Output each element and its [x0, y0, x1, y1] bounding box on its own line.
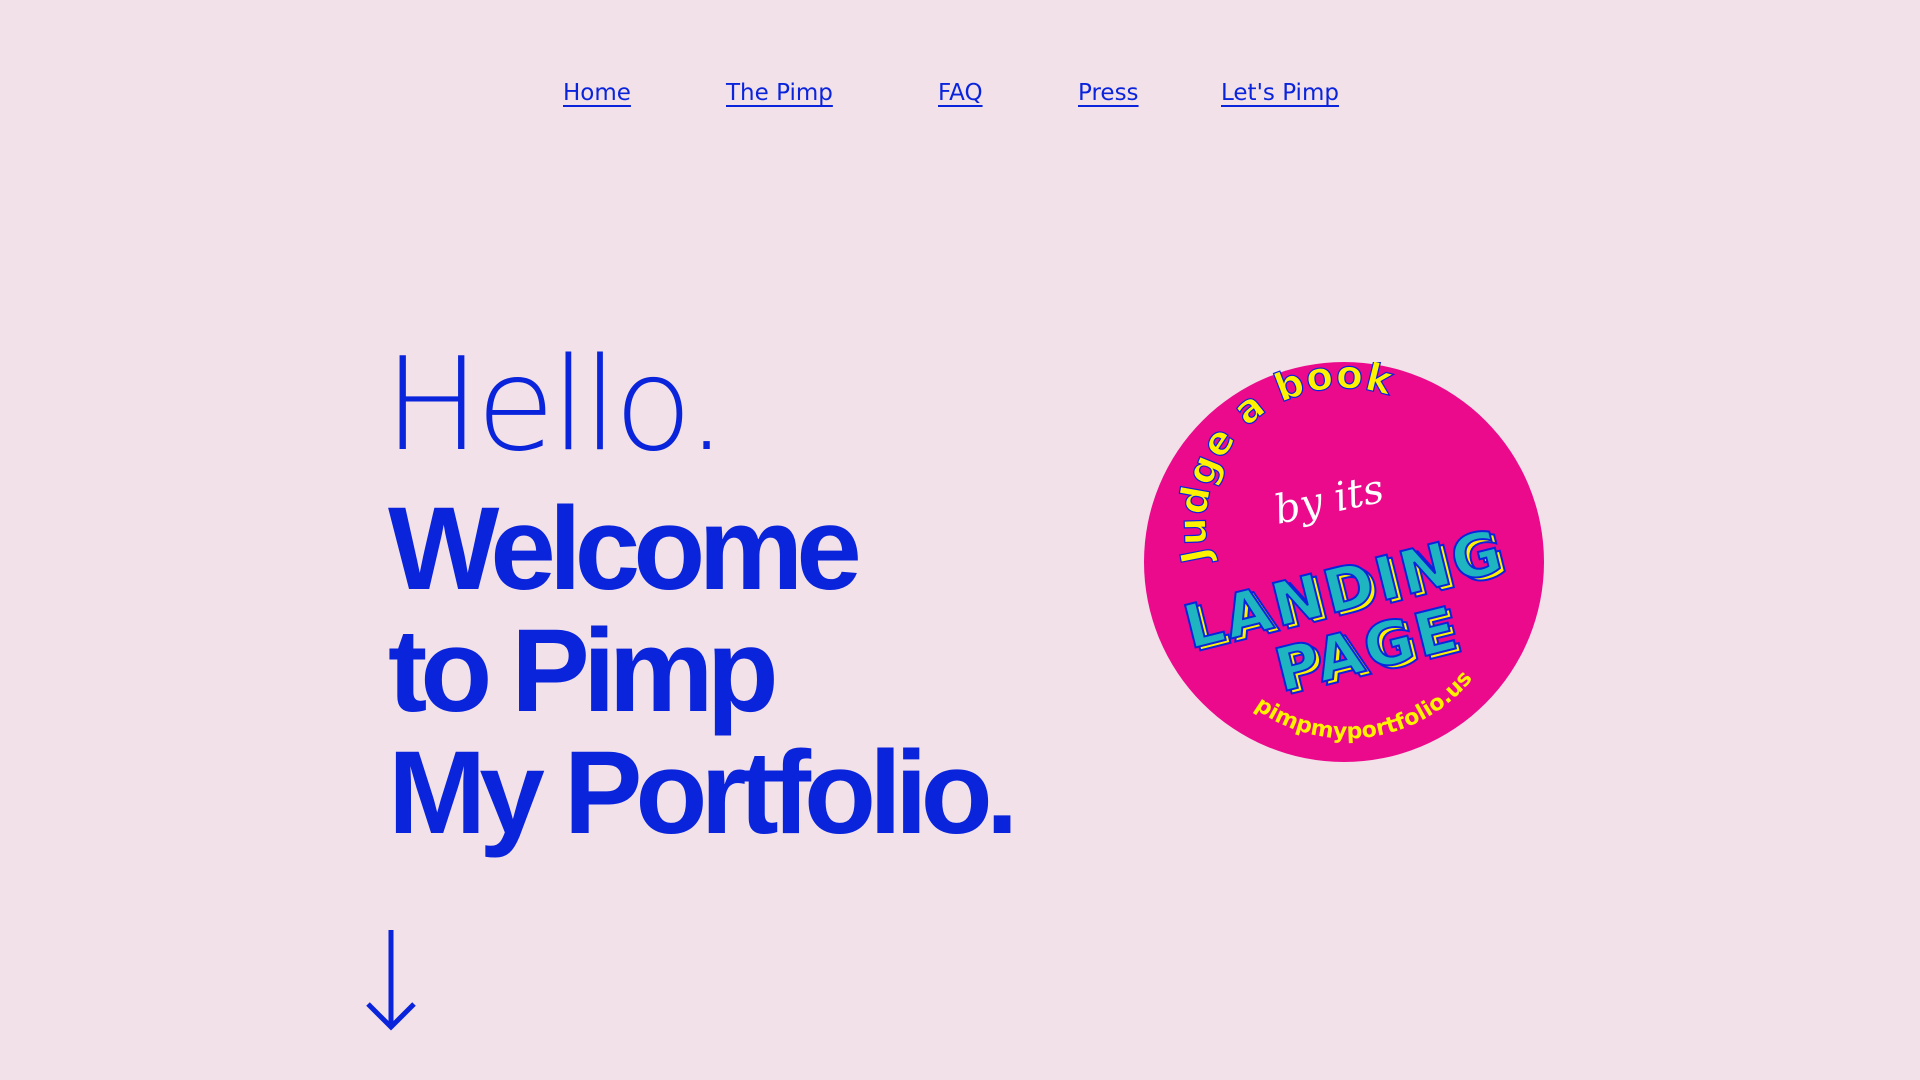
hero-headline-line-1: Welcome — [388, 483, 862, 615]
nav-link-press[interactable]: Press — [1078, 80, 1139, 106]
hero-headline: Welcome to Pimp My Portfolio. — [388, 483, 1019, 859]
hero-greeting: Hello. — [384, 331, 727, 480]
nav-link-the-pimp[interactable]: The Pimp — [726, 80, 833, 106]
arrow-down-icon[interactable] — [364, 928, 418, 1032]
landing-page-badge: Judge a book by its LANDING LANDING PAGE… — [1144, 352, 1544, 762]
main-nav: Home The Pimp FAQ Press Let's Pimp — [0, 80, 1920, 116]
hero-headline-line-3: My Portfolio. — [388, 727, 1019, 859]
nav-link-faq[interactable]: FAQ — [938, 80, 983, 106]
nav-link-home[interactable]: Home — [563, 80, 631, 106]
nav-link-lets-pimp[interactable]: Let's Pimp — [1221, 80, 1339, 106]
hero-headline-line-2: to Pimp — [388, 605, 779, 737]
